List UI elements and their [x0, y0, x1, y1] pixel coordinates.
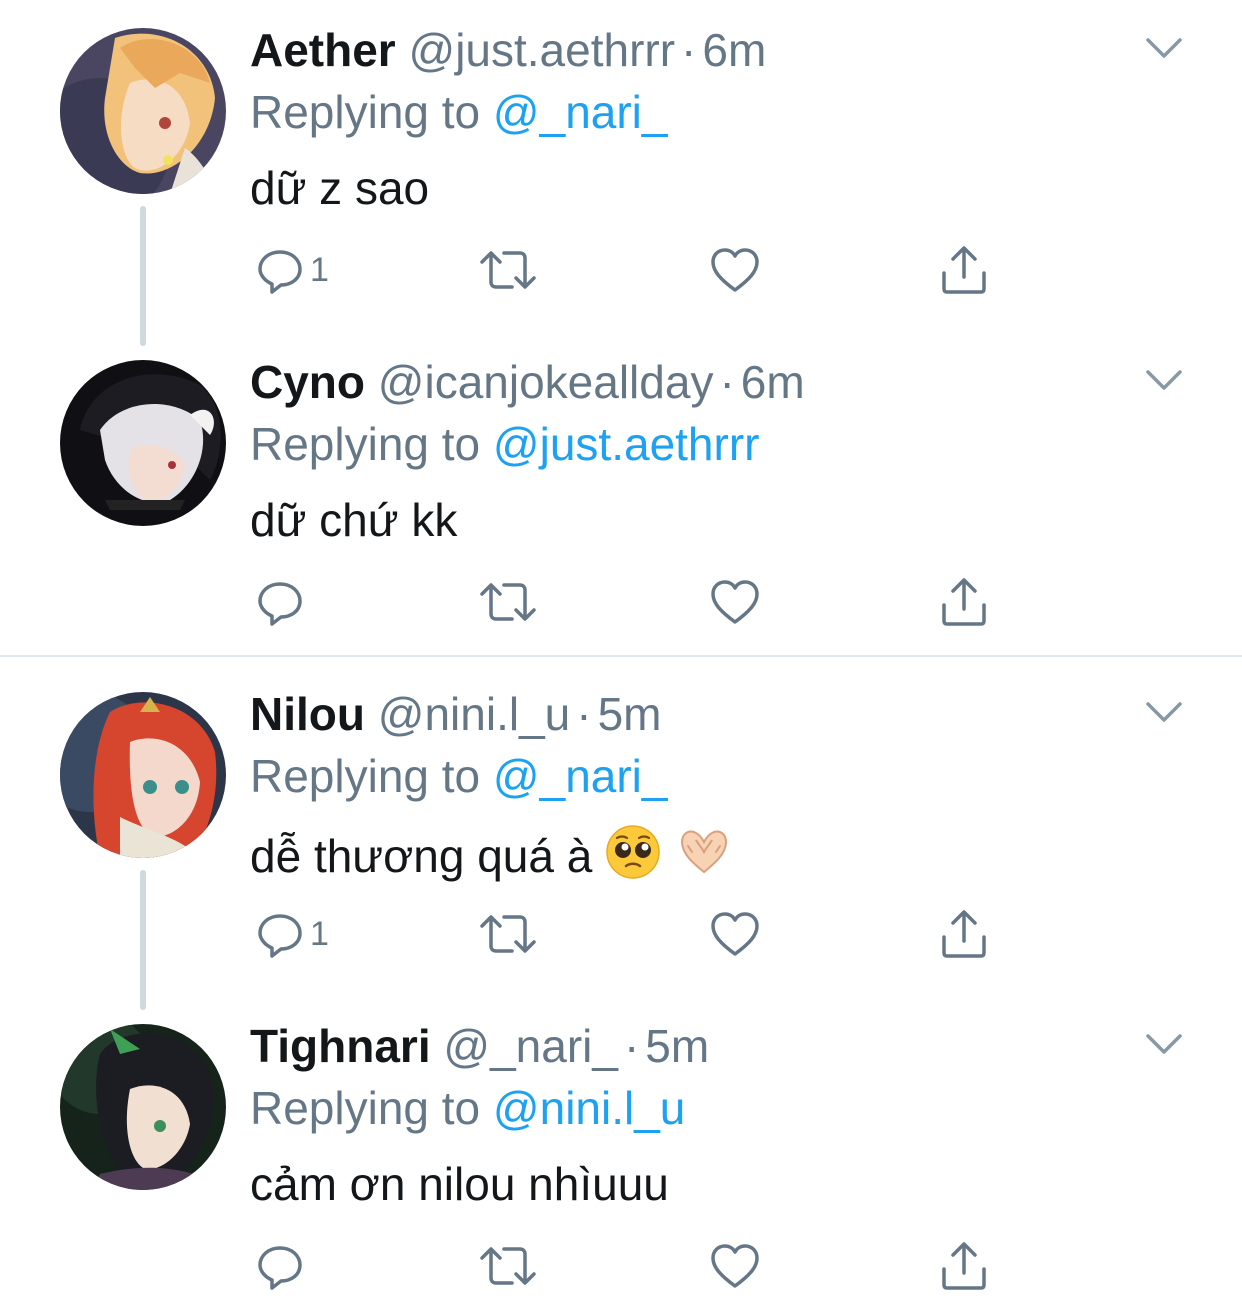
replying-to-line: Replying to @_nari_: [250, 748, 668, 804]
chevron-down-icon[interactable]: [1140, 1026, 1188, 1062]
replying-to-mention[interactable]: @_nari_: [493, 86, 668, 138]
reply-button[interactable]: 1: [256, 904, 329, 964]
retweet-button[interactable]: [478, 1236, 538, 1296]
retweet-arrows-icon: [480, 251, 536, 289]
share-upload-icon: [942, 578, 986, 626]
retweet-arrows-icon: [480, 915, 536, 953]
timestamp[interactable]: 6m: [741, 356, 805, 408]
replying-to-line: Replying to @just.aethrrr: [250, 416, 759, 472]
timestamp[interactable]: 5m: [645, 1020, 709, 1072]
heart-icon: [711, 912, 759, 956]
separator-dot: ·: [681, 24, 697, 76]
timestamp[interactable]: 5m: [598, 688, 662, 740]
replying-to-line: Replying to @nini.l_u: [250, 1080, 685, 1136]
pleading-face-emoji: [606, 825, 660, 879]
chevron-down-icon[interactable]: [1140, 362, 1188, 398]
action-bar: [250, 572, 1010, 632]
reply-button[interactable]: 1: [256, 240, 329, 300]
avatar-image: [60, 360, 226, 526]
share-button[interactable]: [940, 904, 988, 964]
speech-bubble-icon: [258, 582, 302, 626]
heart-icon: [711, 1244, 759, 1288]
separator-dot: ·: [576, 688, 592, 740]
separator-dot: ·: [623, 1020, 640, 1072]
avatar-image: [60, 28, 226, 194]
heart-icon: [711, 580, 759, 624]
display-name[interactable]: Nilou: [250, 688, 365, 740]
tweet[interactable]: Cyno @icanjokeallday · 6m Replying to @jus…: [0, 332, 1242, 655]
share-upload-icon: [942, 1242, 986, 1290]
share-button[interactable]: [940, 1236, 988, 1296]
conversation-divider: [0, 655, 1242, 657]
like-button[interactable]: [710, 572, 760, 632]
heart-hands-emoji: [680, 830, 727, 874]
share-button[interactable]: [940, 240, 988, 300]
reply-count: 1: [310, 250, 329, 289]
display-name[interactable]: Aether: [250, 24, 396, 76]
tweet-text: dữ z sao: [250, 162, 430, 214]
tweet[interactable]: Nilou @nini.l_u · 5m Replying to @_nari_ d…: [0, 664, 1242, 1010]
share-button[interactable]: [940, 572, 988, 632]
avatar[interactable]: [60, 360, 226, 526]
thread-line: [140, 206, 146, 346]
username-handle[interactable]: @_nari_: [443, 1020, 618, 1072]
like-button[interactable]: [710, 240, 760, 300]
share-upload-icon: [942, 246, 986, 294]
action-bar: 1: [250, 240, 1010, 300]
heart-icon: [711, 248, 759, 292]
username-handle[interactable]: @nini.l_u: [378, 688, 570, 740]
tweet-header: Tighnari @_nari_ · 5m: [250, 1018, 709, 1074]
retweet-button[interactable]: [478, 904, 538, 964]
like-button[interactable]: [710, 1236, 760, 1296]
username-handle[interactable]: @just.aethrrr: [409, 24, 676, 76]
speech-bubble-icon: [258, 914, 302, 958]
avatar[interactable]: [60, 1024, 226, 1190]
tweet-header: Aether @just.aethrrr · 6m: [250, 22, 766, 78]
tweet-header: Nilou @nini.l_u · 5m: [250, 686, 661, 742]
retweet-button[interactable]: [478, 572, 538, 632]
username-handle[interactable]: @icanjokeallday: [378, 356, 714, 408]
speech-bubble-icon: [258, 1246, 302, 1290]
avatar-image: [60, 692, 226, 858]
thread-line: [140, 870, 146, 1010]
replying-to-mention[interactable]: @_nari_: [493, 750, 668, 802]
tweet-text: cảm ơn nilou nhìuuu: [250, 1158, 669, 1210]
retweet-arrows-icon: [480, 1247, 536, 1285]
replying-to-line: Replying to @_nari_: [250, 84, 668, 140]
replying-to-mention[interactable]: @just.aethrrr: [493, 418, 760, 470]
share-upload-icon: [942, 910, 986, 958]
avatar-image: [60, 1024, 226, 1190]
timestamp[interactable]: 6m: [702, 24, 766, 76]
tweet[interactable]: Aether @just.aethrrr · 6m Replying to @_na…: [0, 0, 1242, 346]
speech-bubble-icon: [258, 250, 302, 294]
replying-to-mention[interactable]: @nini.l_u: [493, 1082, 685, 1134]
tweet-header: Cyno @icanjokeallday · 6m: [250, 354, 805, 410]
avatar[interactable]: [60, 692, 226, 858]
tweet-text: dữ chứ kk: [250, 494, 458, 546]
retweet-arrows-icon: [480, 583, 536, 621]
action-bar: 1: [250, 904, 1010, 964]
display-name[interactable]: Tighnari: [250, 1020, 431, 1072]
chevron-down-icon[interactable]: [1140, 30, 1188, 66]
tweet[interactable]: Tighnari @_nari_ · 5m Replying to @nini.l_…: [0, 996, 1242, 1307]
replying-to-label: Replying to: [250, 418, 481, 470]
reply-button[interactable]: [256, 572, 310, 632]
separator-dot: ·: [719, 356, 735, 408]
tweet-text: dễ thương quá à: [250, 830, 593, 882]
reply-button[interactable]: [256, 1236, 310, 1296]
display-name[interactable]: Cyno: [250, 356, 365, 408]
action-bar: [250, 1236, 1010, 1296]
chevron-down-icon[interactable]: [1140, 694, 1188, 730]
avatar[interactable]: [60, 28, 226, 194]
retweet-button[interactable]: [478, 240, 538, 300]
replying-to-label: Replying to: [250, 750, 481, 802]
like-button[interactable]: [710, 904, 760, 964]
reply-count: 1: [310, 914, 329, 953]
replying-to-label: Replying to: [250, 86, 481, 138]
tweet-text-container: dễ thương quá à: [250, 824, 734, 884]
replying-to-label: Replying to: [250, 1082, 481, 1134]
